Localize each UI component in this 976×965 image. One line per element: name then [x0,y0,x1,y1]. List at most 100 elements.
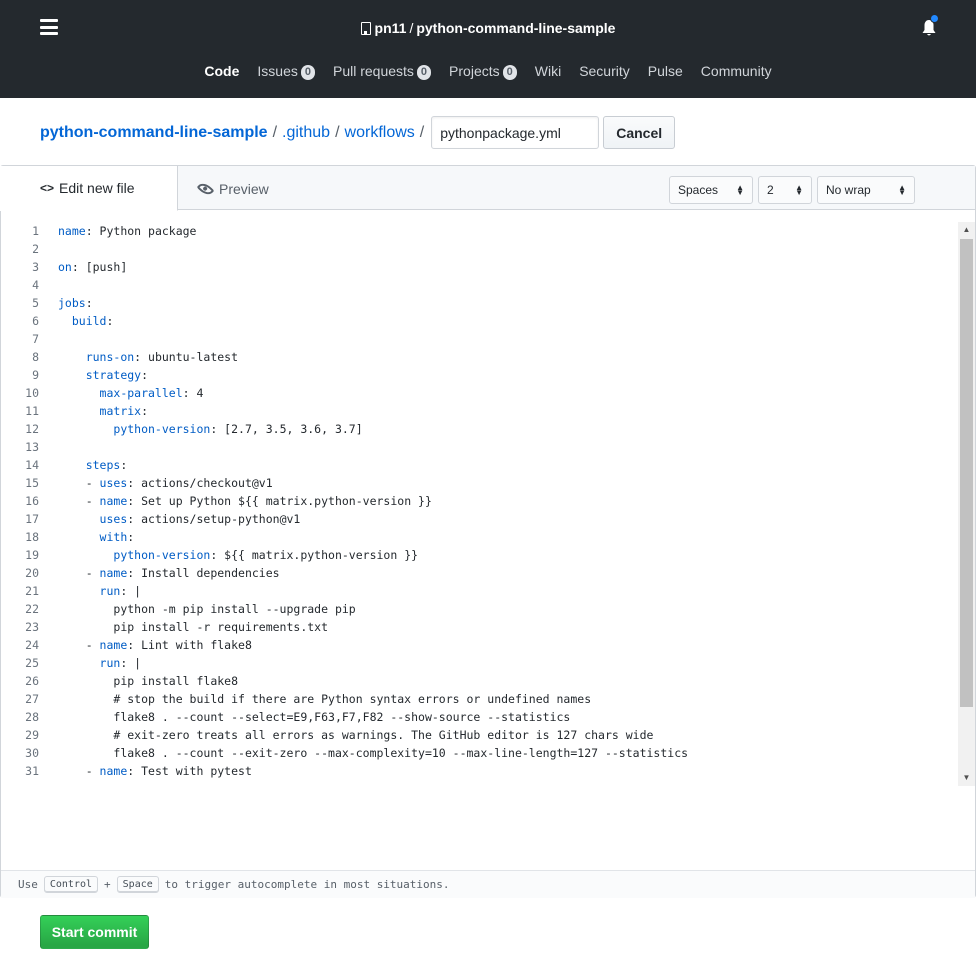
indent-size-select[interactable]: 2 ▲ ▼ [758,176,812,204]
line-number: 8 [32,350,39,364]
tab-wiki[interactable]: Wiki [535,63,561,79]
code-line: 19 python-version: ${{ matrix.python-ver… [1,546,959,564]
space-key: Space [116,876,159,893]
start-commit-button[interactable]: Start commit [40,915,149,949]
yaml-value: pip install -r requirements.txt [113,620,329,634]
yaml-key: max-parallel [99,386,183,400]
repo-name-link[interactable]: python-command-line-sample [416,20,615,36]
code-line: 3 on: [push] [1,258,959,276]
tab-issues[interactable]: Issues 0 [257,63,315,80]
line-content: - name: Lint with flake8 [58,636,252,654]
nav-label: Pull requests [332,63,414,79]
line-number: 23 [25,620,39,634]
yaml-key: uses [99,512,128,526]
line-content: with: [58,528,135,546]
yaml-value: : [120,458,128,472]
cancel-button[interactable]: Cancel [603,116,676,149]
line-content: python-version: [2.7, 3.5, 3.6, 3.7] [58,420,362,438]
breadcrumb-repo-link[interactable]: python-command-line-sample [40,124,268,142]
yaml-value: : Test with pytest [127,764,252,778]
yaml-key: name [99,638,128,652]
yaml-key: name [99,764,128,778]
select-arrows-icon: ▲ ▼ [736,183,744,197]
nav-counter-badge: 0 [502,65,517,80]
yaml-value: : [141,404,149,418]
editor-scrollbar[interactable]: ▲ ▼ [958,222,975,786]
code-editor-area[interactable]: 1 name: Python package 2 3 on: [push] 4 5 jobs:… [1,222,959,788]
code-line: 9 strategy: [1,366,959,384]
breadcrumb-slash: / [419,123,425,141]
code-line: 13 [1,438,959,456]
line-number: 5 [32,296,39,310]
indent-mode-select[interactable]: Spaces ▲ ▼ [669,176,753,204]
scroll-up-arrow-icon[interactable]: ▲ [958,222,975,238]
tab-projects[interactable]: Projects 0 [449,63,517,80]
line-content: python-version: ${{ matrix.python-versio… [58,546,418,564]
code-line: 26 pip install flake8 [1,672,959,690]
tab-community[interactable]: Community [701,63,772,79]
tab-code[interactable]: Code [204,63,239,79]
yaml-key: uses [99,476,128,490]
tab-edit-new-file[interactable]: <> Edit new file [0,166,178,211]
scroll-down-arrow-icon[interactable]: ▼ [958,770,975,786]
wrap-mode-select[interactable]: No wrap ▲ ▼ [817,176,915,204]
nav-label: Security [579,63,630,79]
line-number: 12 [25,422,39,436]
yaml-value: : actions/setup-python@v1 [127,512,301,526]
yaml-value: : Lint with flake8 [127,638,252,652]
yaml-value: : Python package [85,224,197,238]
repo-title-separator: / [409,20,414,36]
repo-owner-link[interactable]: pn11 [375,20,407,36]
yaml-key: on [58,260,72,274]
line-number: 17 [25,512,39,526]
yaml-key: runs-on [85,350,135,364]
line-number: 2 [32,242,39,256]
breadcrumb: python-command-line-sample / .github / w… [40,116,676,149]
line-number: 19 [25,548,39,562]
yaml-value: : Set up Python ${{ matrix.python-versio… [127,494,432,508]
nav-label: Community [700,63,772,79]
tab-pull-requests[interactable]: Pull requests 0 [332,63,432,80]
line-content: max-parallel: 4 [58,384,204,402]
line-content: jobs: [58,294,93,312]
tab-security[interactable]: Security [579,63,630,79]
filename-input[interactable] [431,116,600,149]
yaml-value: : 4 [182,386,204,400]
code-line: 2 [1,240,959,258]
line-content: build: [58,312,114,330]
code-line: 28 flake8 . --count --select=E9,F63,F7,F… [1,708,959,726]
line-content: flake8 . --count --exit-zero --max-compl… [58,744,688,762]
eye-icon [196,179,215,198]
yaml-value: : [141,368,149,382]
line-indent: - [58,764,100,778]
breadcrumb-workflows-folder-link[interactable]: workflows [345,124,415,142]
line-content: runs-on: ubuntu-latest [58,348,238,366]
line-indent: - [58,494,100,508]
notifications-bell-icon[interactable] [921,14,939,37]
tab-preview-label: Preview [219,180,269,197]
line-number: 22 [25,602,39,616]
select-arrows-icon: ▲ ▼ [795,183,803,197]
tab-preview[interactable]: Preview [196,166,269,211]
tab-pulse[interactable]: Pulse [648,63,683,79]
nav-label: Projects [449,63,500,79]
yaml-value: flake8 . --count --exit-zero --max-compl… [113,746,689,760]
scrollbar-thumb[interactable] [960,239,973,707]
yaml-value: pip install flake8 [113,674,239,688]
code-line: 30 flake8 . --count --exit-zero --max-co… [1,744,959,762]
yaml-key: with [99,530,128,544]
breadcrumb-github-folder-link[interactable]: .github [282,124,330,142]
tab-edit-label: Edit new file [59,180,135,196]
line-number: 9 [32,368,39,382]
